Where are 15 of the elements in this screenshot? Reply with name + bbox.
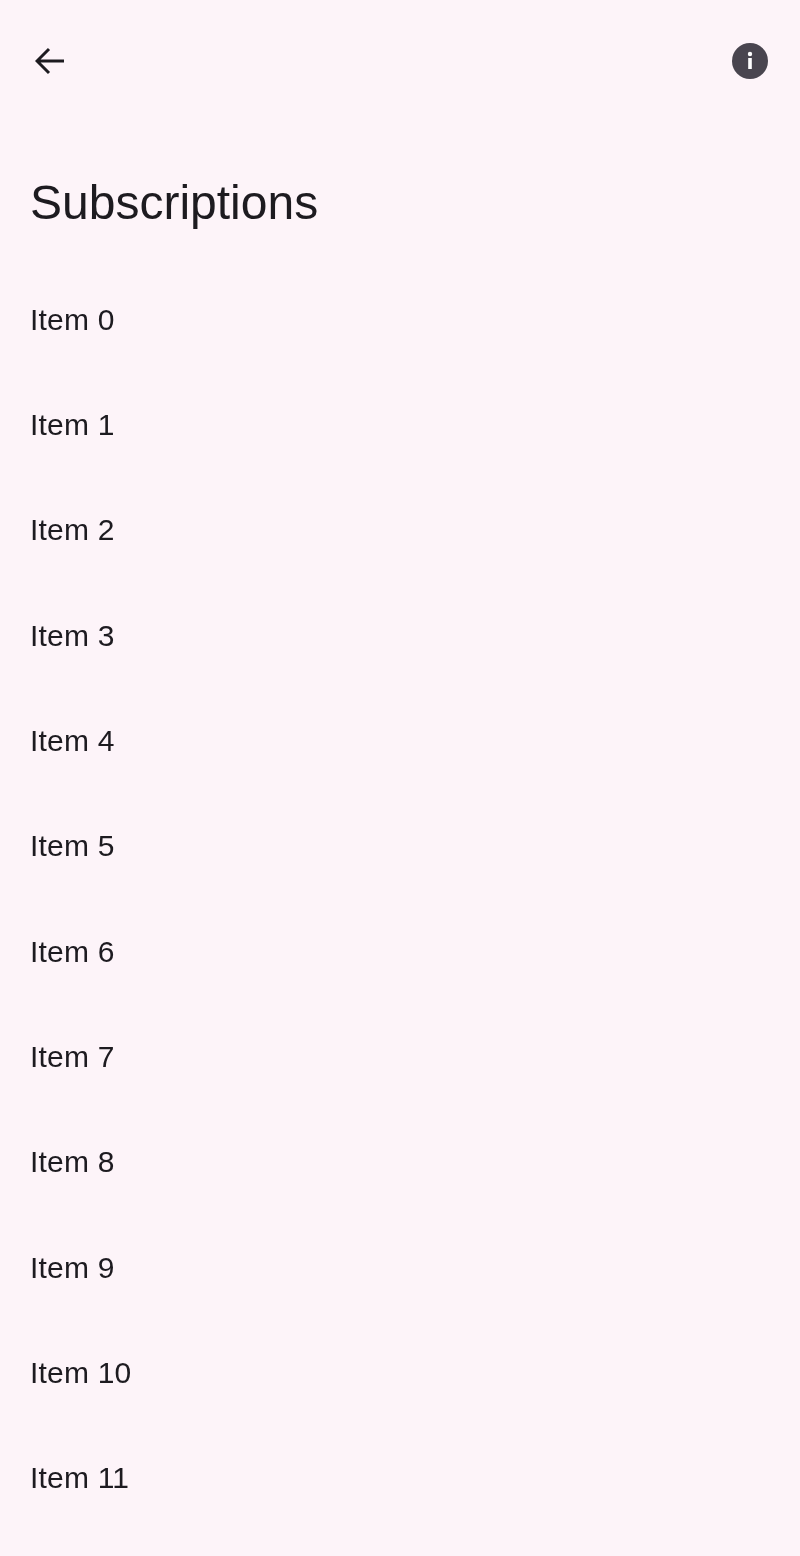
list-item[interactable]: Item 10 bbox=[30, 1355, 132, 1390]
list-item[interactable]: Item 6 bbox=[30, 934, 115, 969]
list-item[interactable]: Item 11 bbox=[30, 1461, 130, 1496]
list-item[interactable]: Item 8 bbox=[30, 1145, 115, 1180]
list-item[interactable]: Item 7 bbox=[30, 1039, 115, 1074]
list-item[interactable]: Item 9 bbox=[30, 1250, 115, 1285]
list-item[interactable]: Item 2 bbox=[30, 513, 115, 548]
list-item[interactable]: Item 1 bbox=[30, 408, 115, 442]
info-icon[interactable] bbox=[732, 43, 768, 79]
list-item[interactable]: Item 4 bbox=[30, 723, 115, 758]
list-item[interactable]: Item 5 bbox=[30, 829, 115, 864]
page-title: Subscriptions bbox=[30, 175, 319, 231]
list-item[interactable]: Item 3 bbox=[30, 618, 115, 653]
back-arrow-icon[interactable] bbox=[35, 47, 65, 75]
list-item[interactable]: Item 0 bbox=[30, 302, 115, 337]
